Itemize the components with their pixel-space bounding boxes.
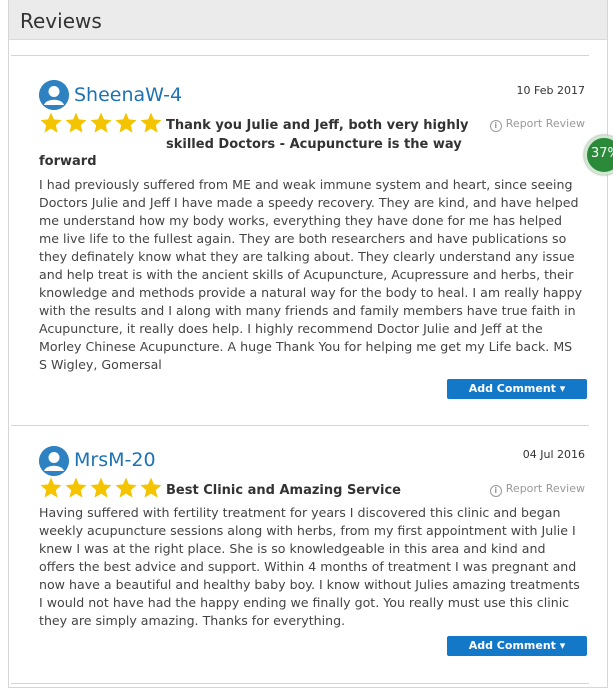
star-icon	[89, 476, 113, 500]
report-review-link[interactable]: i Report Review	[489, 117, 585, 132]
review-date: 10 Feb 2017	[516, 84, 585, 97]
divider	[11, 425, 589, 426]
star-icon	[39, 476, 63, 500]
info-icon: i	[489, 120, 502, 132]
review-username[interactable]: MrsM-20	[74, 449, 156, 471]
info-icon: i	[489, 485, 502, 497]
avatar-icon[interactable]	[39, 80, 69, 110]
star-icon	[64, 476, 88, 500]
report-label: Report Review	[505, 117, 585, 130]
star-icon	[64, 111, 88, 135]
review-title: forward	[39, 154, 97, 169]
avatar-icon[interactable]	[39, 446, 69, 476]
report-label: Report Review	[505, 482, 585, 495]
review-title: Best Clinic and Amazing Service	[166, 483, 401, 498]
review-date: 04 Jul 2016	[522, 448, 585, 461]
review-username[interactable]: SheenaW-4	[74, 84, 182, 106]
panel-header: Reviews	[9, 0, 607, 40]
review-body: I had previously suffered from ME and we…	[39, 177, 583, 372]
report-review-link[interactable]: i Report Review	[489, 482, 585, 497]
star-rating	[39, 111, 164, 135]
review-title: skilled Doctors - Acupuncture is the way	[166, 137, 462, 152]
star-icon	[39, 111, 63, 135]
star-icon	[114, 476, 138, 500]
review-title: Thank you Julie and Jeff, both very high…	[166, 118, 469, 133]
star-rating	[39, 476, 164, 500]
review-body: Having suffered with fertility treatment…	[39, 505, 580, 628]
star-icon	[89, 111, 113, 135]
star-icon	[139, 111, 163, 135]
add-comment-button[interactable]: Add Comment ▾	[447, 379, 587, 399]
progress-badge-label: 37%	[591, 146, 613, 161]
divider	[11, 55, 589, 56]
star-icon	[114, 111, 138, 135]
add-comment-button[interactable]: Add Comment ▾	[447, 636, 587, 656]
star-icon	[139, 476, 163, 500]
page-title: Reviews	[20, 9, 102, 33]
divider	[11, 683, 589, 684]
